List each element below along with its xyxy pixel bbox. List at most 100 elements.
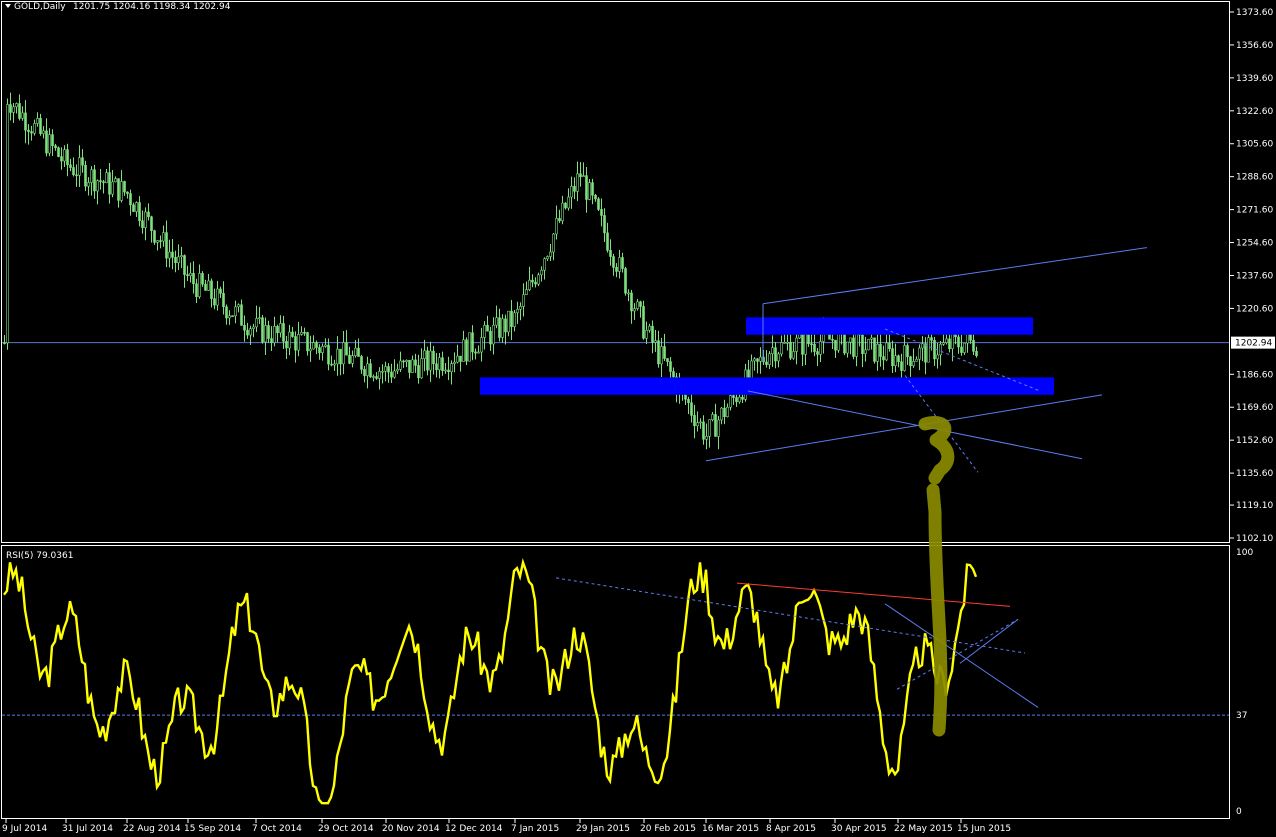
candle-body <box>231 315 234 318</box>
time-tick-label: 12 Dec 2014 <box>445 824 503 834</box>
candle-body <box>897 355 900 362</box>
candle-body <box>285 341 288 349</box>
candle-body <box>585 175 588 200</box>
candle-body <box>714 414 717 437</box>
candle-body <box>705 436 708 440</box>
candle-body <box>885 342 888 361</box>
candle-body <box>126 191 129 194</box>
candle-body <box>159 240 162 242</box>
candle-body <box>687 398 690 404</box>
candle-body <box>18 103 21 119</box>
candle-body <box>75 174 78 177</box>
chart-background <box>0 0 1276 837</box>
candle-body <box>912 361 915 367</box>
price-tick-label: 1169.60 <box>1236 403 1273 413</box>
candle-body <box>600 209 603 216</box>
candle-body <box>45 130 48 154</box>
candle-body <box>84 164 87 187</box>
candle-body <box>372 376 375 378</box>
candle-body <box>399 360 402 370</box>
candle-body <box>24 112 27 131</box>
candle-body <box>498 317 501 338</box>
candle-body <box>363 369 366 376</box>
candle-body <box>831 338 834 341</box>
candle-body <box>156 240 159 243</box>
candle-body <box>879 343 882 357</box>
candle-body <box>441 357 444 371</box>
candle-body <box>720 407 723 421</box>
candle-body <box>741 396 744 400</box>
candle-body <box>237 304 240 308</box>
time-tick-label: 7 Jan 2015 <box>511 824 559 834</box>
resistance-zone[interactable] <box>746 317 1033 335</box>
candle-body <box>381 370 384 373</box>
candle-body <box>483 324 486 338</box>
candle-body <box>771 347 774 355</box>
price-tick-label: 1254.60 <box>1236 239 1273 249</box>
candle-body <box>468 332 471 362</box>
time-tick-label: 31 Jul 2014 <box>62 824 113 834</box>
candle-body <box>420 358 423 379</box>
chart-window[interactable]: 1373.60 1356.60 1339.60 1322.60 1305.60 1288.… <box>0 0 1276 837</box>
candle-body <box>945 338 948 343</box>
candle-body <box>186 274 189 276</box>
candle-body <box>306 332 309 352</box>
candle-body <box>507 310 510 333</box>
candle-body <box>351 355 354 364</box>
candle-body <box>804 334 807 355</box>
candle-body <box>645 329 648 339</box>
candle-body <box>165 232 168 259</box>
candle-body <box>183 255 186 275</box>
candle-body <box>597 198 600 210</box>
candle-body <box>207 280 210 291</box>
candle-body <box>657 340 660 365</box>
time-tick-label: 20 Nov 2014 <box>382 824 440 834</box>
time-tick-label: 15 Jun 2015 <box>957 824 1011 834</box>
candle-body <box>873 337 876 362</box>
candle-body <box>234 306 237 317</box>
price-tick-label: 1373.60 <box>1236 8 1273 18</box>
candle-body <box>660 346 663 365</box>
candle-body <box>147 211 150 218</box>
candle-body <box>387 366 390 373</box>
candle-body <box>309 348 312 352</box>
candle-body <box>933 340 936 360</box>
candle-body <box>192 272 195 285</box>
candle-body <box>957 336 960 348</box>
candle-body <box>255 318 258 328</box>
candle-body <box>948 338 951 350</box>
rsi-label: RSI(5) 79.0361 <box>6 551 73 561</box>
candle-body <box>450 363 453 372</box>
candle-body <box>558 218 561 222</box>
candle-body <box>768 353 771 365</box>
candle-body <box>696 422 699 427</box>
candle-body <box>909 356 912 367</box>
time-tick-label: 15 Sep 2014 <box>184 824 241 834</box>
candle-body <box>834 339 837 351</box>
candle-body <box>537 274 540 285</box>
candle-body <box>876 343 879 362</box>
candle-body <box>780 342 783 355</box>
candle-body <box>477 351 480 354</box>
candle-body <box>261 317 264 343</box>
candle-body <box>324 344 327 347</box>
rsi-tick-label: 100 <box>1236 548 1253 558</box>
price-tick-label: 1288.60 <box>1236 173 1273 183</box>
rsi-tick-label: 37 <box>1236 711 1247 721</box>
candle-body <box>711 414 714 421</box>
price-tick-label: 1119.10 <box>1236 501 1273 511</box>
time-tick-label: 29 Oct 2014 <box>318 824 374 834</box>
support-zone[interactable] <box>480 377 1054 395</box>
price-tick-label: 1220.60 <box>1236 304 1273 314</box>
candle-body <box>15 103 18 108</box>
candle-body <box>501 318 504 338</box>
candle-body <box>348 354 351 364</box>
candle-body <box>816 351 819 355</box>
candle-body <box>729 395 732 408</box>
price-tick-label: 1237.60 <box>1236 271 1273 281</box>
candle-body <box>279 323 282 334</box>
candle-body <box>339 348 342 365</box>
candle-body <box>699 421 702 424</box>
candle-body <box>480 337 483 353</box>
candle-body <box>732 395 735 398</box>
